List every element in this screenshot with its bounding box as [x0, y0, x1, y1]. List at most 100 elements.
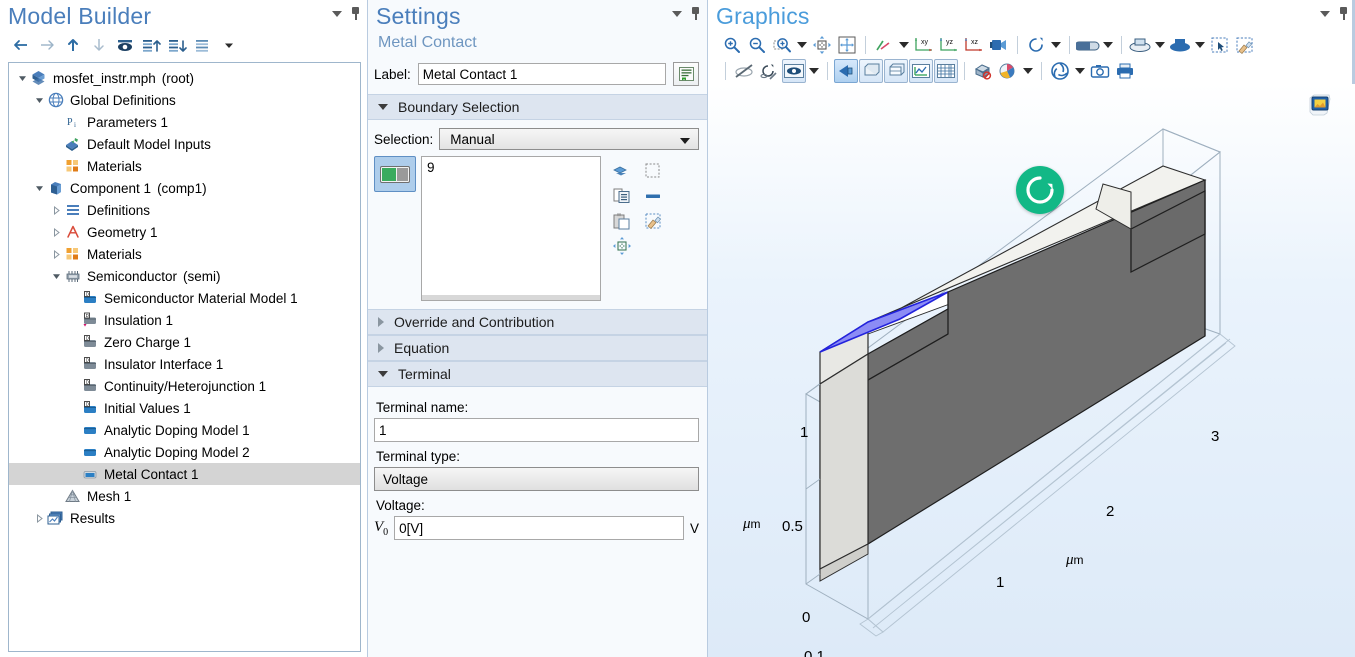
expand-toggle-closed-icon[interactable]	[49, 199, 63, 221]
terminal-type-dropdown[interactable]: Voltage	[374, 467, 699, 491]
graphics-viewport[interactable]: 1 0.5 0 μm 3 2 1 μm 0.1	[708, 84, 1355, 657]
chevron-down-icon[interactable]	[672, 10, 682, 17]
measure-button[interactable]	[971, 59, 995, 83]
add-to-selection-icon[interactable]	[637, 158, 668, 183]
selection-list-scrollbar[interactable]	[422, 295, 600, 300]
chevron-down-icon[interactable]	[332, 10, 342, 17]
zoom-box-button[interactable]	[770, 33, 794, 57]
section-header-boundary-selection[interactable]: Boundary Selection	[368, 94, 707, 120]
tree-node-continuity-heterojunction-1[interactable]: D Continuity/Heterojunction 1	[9, 375, 360, 397]
go-to-yz-view-button[interactable]: yz	[937, 33, 961, 57]
tree-node-definitions[interactable]: Definitions	[9, 199, 360, 221]
show-button[interactable]	[114, 34, 136, 56]
go-to-xy-view-button[interactable]: xy	[912, 33, 936, 57]
selection-mode-dropdown[interactable]: Manual	[439, 128, 699, 150]
tree-node-initial-values-1[interactable]: D Initial Values 1	[9, 397, 360, 419]
expand-all-button[interactable]	[166, 34, 188, 56]
expand-toggle-open-icon[interactable]	[49, 265, 63, 287]
tree-node-semiconductor[interactable]: Semiconductor (semi)	[9, 265, 360, 287]
expand-toggle-closed-icon[interactable]	[32, 507, 46, 529]
transparency-button[interactable]	[1128, 33, 1152, 57]
label-input[interactable]	[417, 63, 666, 85]
scene-light-button[interactable]	[1076, 33, 1100, 57]
select-box-button[interactable]	[1208, 33, 1232, 57]
rotate-button[interactable]	[1024, 33, 1048, 57]
tree-node-parameters-1[interactable]: Pi Parameters 1	[9, 111, 360, 133]
zoom-options-caret[interactable]	[795, 33, 809, 57]
tree-options-button[interactable]	[192, 34, 214, 56]
remove-from-selection-icon[interactable]	[637, 183, 668, 208]
pin-icon[interactable]	[690, 7, 701, 20]
tree-node-global-definitions[interactable]: Global Definitions	[9, 89, 360, 111]
zoom-out-button[interactable]	[745, 33, 769, 57]
tree-node-analytic-doping-model-2[interactable]: Analytic Doping Model 2	[9, 441, 360, 463]
clear-selection-icon[interactable]	[637, 208, 668, 233]
color-legend-button[interactable]	[996, 59, 1020, 83]
scene-settings-button[interactable]	[1048, 59, 1072, 83]
show-orientation-button[interactable]	[834, 59, 858, 83]
pin-icon[interactable]	[350, 7, 361, 20]
clear-selection-button[interactable]	[1233, 33, 1257, 57]
tree-node-results[interactable]: Results	[9, 507, 360, 529]
snapshot-button[interactable]	[1088, 59, 1112, 83]
view-options-caret[interactable]	[897, 33, 911, 57]
rotate-options-caret[interactable]	[1049, 33, 1063, 57]
hide-geometry-button[interactable]	[732, 59, 756, 83]
tree-options-caret[interactable]	[218, 34, 240, 56]
show-bounding-box-button[interactable]	[859, 59, 883, 83]
zoom-in-button[interactable]	[720, 33, 744, 57]
section-header-equation[interactable]: Equation	[368, 335, 707, 361]
tree-node-insulator-interface-1[interactable]: D Insulator Interface 1	[9, 353, 360, 375]
tree-node-metal-contact-1[interactable]: Metal Contact 1	[9, 463, 360, 485]
paste-selection-icon[interactable]	[606, 208, 637, 233]
description-button[interactable]	[673, 62, 699, 86]
wireframe-caret[interactable]	[1193, 33, 1207, 57]
show-axis-button[interactable]	[909, 59, 933, 83]
camera-button[interactable]	[987, 33, 1011, 57]
expand-toggle-open-icon[interactable]	[32, 177, 46, 199]
voltage-input[interactable]	[394, 516, 684, 540]
graphics-image-icon[interactable]	[1307, 92, 1333, 118]
scene-light-caret[interactable]	[1101, 33, 1115, 57]
zoom-extents-button[interactable]	[810, 33, 834, 57]
active-selection-toggle-button[interactable]	[374, 156, 416, 192]
tree-node-default-model-inputs[interactable]: Default Model Inputs	[9, 133, 360, 155]
tree-node-component-1[interactable]: Component 1 (comp1)	[9, 177, 360, 199]
expand-toggle-open-icon[interactable]	[15, 67, 29, 89]
boundary-selection-list[interactable]: 9	[421, 156, 601, 301]
geometry-3d-view[interactable]	[708, 84, 1355, 657]
move-down-button[interactable]	[88, 34, 110, 56]
transparency-caret[interactable]	[1153, 33, 1167, 57]
tree-node-insulation-1[interactable]: D Insulation 1	[9, 309, 360, 331]
collapse-all-button[interactable]	[140, 34, 162, 56]
move-up-button[interactable]	[62, 34, 84, 56]
view-hidden-button[interactable]	[782, 59, 806, 83]
section-header-override-contribution[interactable]: Override and Contribution	[368, 309, 707, 335]
color-legend-caret[interactable]	[1021, 59, 1035, 83]
zoom-to-selection-button[interactable]	[835, 33, 859, 57]
tree-node-analytic-doping-model-1[interactable]: Analytic Doping Model 1	[9, 419, 360, 441]
pin-icon[interactable]	[1338, 7, 1349, 20]
scene-settings-caret[interactable]	[1073, 59, 1087, 83]
copy-selection-icon[interactable]	[606, 183, 637, 208]
back-button[interactable]	[10, 34, 32, 56]
zoom-to-selection-icon[interactable]	[606, 233, 637, 258]
forward-button[interactable]	[36, 34, 58, 56]
expand-toggle-open-icon[interactable]	[32, 89, 46, 111]
section-header-terminal[interactable]: Terminal	[368, 361, 707, 387]
show-grid-button[interactable]	[884, 59, 908, 83]
terminal-name-input[interactable]	[374, 418, 699, 442]
go-to-xz-view-button[interactable]: xz	[962, 33, 986, 57]
print-button[interactable]	[1113, 59, 1137, 83]
wireframe-button[interactable]	[1168, 33, 1192, 57]
tree-node-mesh-1[interactable]: Mesh 1	[9, 485, 360, 507]
show-mesh-button[interactable]	[934, 59, 958, 83]
model-tree-container[interactable]: mosfet_instr.mph (root) Global Definitions…	[8, 62, 361, 652]
reset-hiding-button[interactable]	[757, 59, 781, 83]
tree-node-geometry-1[interactable]: Geometry 1	[9, 221, 360, 243]
go-to-default-view-button[interactable]	[872, 33, 896, 57]
tree-node-zero-charge-1[interactable]: D Zero Charge 1	[9, 331, 360, 353]
tree-node-materials[interactable]: Materials	[9, 155, 360, 177]
view-hidden-caret[interactable]	[807, 59, 821, 83]
tree-node-materials[interactable]: Materials	[9, 243, 360, 265]
